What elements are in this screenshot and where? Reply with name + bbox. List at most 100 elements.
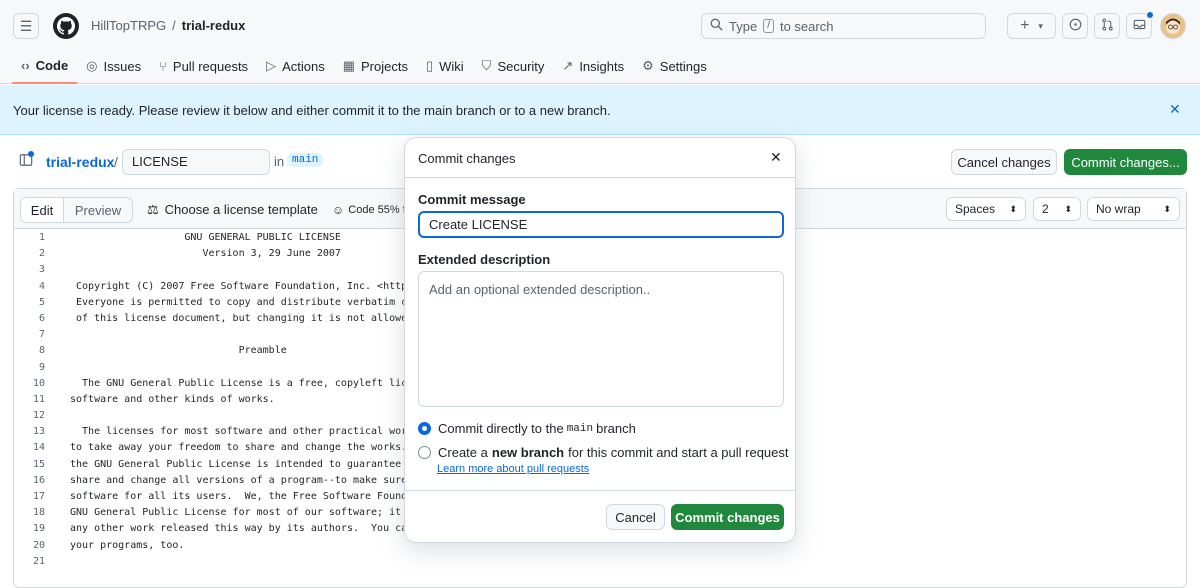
issue-icon: ◎: [86, 58, 98, 73]
law-icon: ⚖: [147, 202, 159, 217]
line-text: Everyone is permitted to copy and distri…: [70, 296, 414, 308]
in-label: in: [274, 154, 285, 169]
file-tree-toggle-icon[interactable]: [19, 151, 34, 170]
line-number: 9: [38, 361, 45, 373]
chevron-down-icon: ▾: [1038, 20, 1043, 31]
line-text: Copyright (C) 2007 Free Software Foundat…: [70, 280, 414, 292]
commit-changes-button[interactable]: Commit changes...: [1064, 149, 1187, 175]
line-text: Version 3, 29 June 2007: [70, 248, 341, 260]
tab-actions[interactable]: ▷ Actions: [257, 52, 334, 80]
repo-link[interactable]: trial-redux: [46, 154, 114, 170]
tab-insights[interactable]: ↗ Insights: [553, 52, 633, 80]
radio-unselected-icon[interactable]: [418, 446, 431, 459]
line-text: the GNU General Public License is intend…: [70, 458, 414, 470]
line-text: of this license document, but changing i…: [70, 312, 414, 324]
line-number: 15: [32, 458, 45, 470]
line-text: The licenses for most software and other…: [70, 426, 414, 438]
learn-more-link[interactable]: Learn more about pull requests: [437, 463, 589, 475]
line-text: GNU General Public License for most of o…: [70, 507, 414, 519]
create-new-button[interactable]: + ▾: [1007, 13, 1056, 39]
indent-size-select[interactable]: 2 ⬍: [1033, 197, 1081, 221]
new-branch-text-post: for this commit and start a pull request: [568, 445, 789, 460]
commit-message-input[interactable]: Create LICENSE: [418, 211, 784, 238]
filename-input[interactable]: LICENSE: [122, 149, 270, 175]
tab-issues[interactable]: ◎ Issues: [77, 52, 150, 80]
pull-requests-button[interactable]: [1094, 13, 1120, 39]
search-shortcut-key: /: [763, 19, 774, 33]
tab-wiki[interactable]: ▯ Wiki: [417, 52, 473, 80]
code-percent-label: Code 55% f: [348, 204, 406, 216]
breadcrumb-separator: /: [172, 18, 176, 33]
search-input[interactable]: Type / to search: [701, 13, 986, 39]
menu-icon[interactable]: ☰: [13, 13, 39, 39]
line-number: 4: [38, 280, 45, 292]
global-header: ☰ HillTopTRPG / trial-redux Type / to se…: [0, 0, 1200, 84]
repo-nav: ‹› Code ◎ Issues ⑂ Pull requests ▷ Actions ▦ Proj…: [12, 52, 716, 84]
code-line[interactable]: 21: [14, 554, 1186, 570]
edit-preview-toggle: Edit Preview: [20, 197, 133, 223]
tab-label: Settings: [659, 58, 707, 74]
notification-dot-icon: [28, 151, 34, 157]
play-icon: ▷: [266, 58, 277, 73]
flash-message: Your license is ready. Please review it …: [13, 103, 611, 118]
close-icon[interactable]: ✕: [770, 149, 782, 166]
tab-edit[interactable]: Edit: [21, 198, 64, 222]
tab-label: Actions: [282, 58, 325, 74]
extended-description-label: Extended description: [418, 252, 551, 267]
flash-banner: Your license is ready. Please review it …: [0, 85, 1200, 135]
wrap-mode-select[interactable]: No wrap ⬍: [1087, 197, 1180, 221]
tab-security[interactable]: ⛉ Security: [473, 52, 554, 80]
new-branch-option[interactable]: Create a new branch for this commit and …: [418, 445, 789, 460]
tab-label: Insights: [579, 58, 625, 74]
owner-link[interactable]: HillTopTRPG: [91, 18, 166, 33]
pull-request-icon: ⑂: [159, 58, 167, 74]
line-number: 8: [38, 345, 45, 357]
inbox-button[interactable]: [1126, 11, 1154, 39]
line-number: 6: [38, 312, 45, 324]
github-logo-icon[interactable]: [53, 13, 79, 39]
line-text: share and change all versions of a progr…: [70, 474, 408, 486]
choose-license-label: Choose a license template: [164, 202, 318, 217]
radio-selected-icon[interactable]: [418, 422, 431, 435]
commit-button[interactable]: Commit changes: [671, 504, 784, 530]
commit-direct-text-pre: Commit directly to the: [438, 421, 564, 436]
line-number: 21: [32, 555, 45, 567]
tab-pull-requests[interactable]: ⑂ Pull requests: [150, 52, 257, 80]
extended-description-textarea[interactable]: Add an optional extended description..: [418, 271, 784, 407]
notification-dot-icon: [1146, 11, 1154, 19]
line-number: 10: [32, 377, 45, 389]
cancel-button[interactable]: Cancel: [606, 504, 665, 530]
select-arrows-icon: ⬍: [1163, 203, 1171, 214]
tab-settings[interactable]: ⚙ Settings: [633, 52, 716, 80]
tab-code[interactable]: ‹› Code: [12, 52, 78, 84]
indent-mode-select[interactable]: Spaces ⬍: [946, 197, 1026, 221]
plus-icon: +: [1020, 17, 1030, 34]
commit-direct-option[interactable]: Commit directly to the main branch: [418, 421, 636, 436]
wrap-mode-value: No wrap: [1096, 202, 1141, 216]
choose-license-template-button[interactable]: ⚖ Choose a license template: [147, 202, 318, 218]
line-number: 14: [32, 442, 45, 454]
issues-button[interactable]: [1062, 13, 1088, 39]
issue-icon: [1069, 18, 1082, 34]
table-icon: ▦: [342, 58, 355, 73]
line-number: 3: [38, 264, 45, 276]
select-arrows-icon: ⬍: [1009, 203, 1017, 214]
repo-link[interactable]: trial-redux: [182, 18, 246, 33]
dialog-header: Commit changes ✕: [405, 138, 795, 178]
search-icon: [710, 18, 723, 34]
indent-size-value: 2: [1042, 202, 1049, 216]
tab-projects[interactable]: ▦ Projects: [334, 52, 417, 80]
cancel-changes-button[interactable]: Cancel changes: [951, 149, 1057, 175]
line-number: 1: [38, 232, 45, 243]
line-number: 2: [38, 248, 45, 260]
tab-label: Pull requests: [172, 58, 249, 74]
tab-preview[interactable]: Preview: [64, 198, 132, 222]
tab-label: Issues: [103, 58, 142, 74]
commit-message-label: Commit message: [418, 192, 526, 207]
select-arrows-icon: ⬍: [1064, 203, 1072, 214]
line-number: 19: [32, 523, 45, 535]
close-icon[interactable]: ✕: [1169, 101, 1181, 118]
avatar[interactable]: [1160, 13, 1186, 39]
line-number: 11: [32, 393, 45, 405]
line-text: to take away your freedom to share and c…: [70, 442, 408, 454]
